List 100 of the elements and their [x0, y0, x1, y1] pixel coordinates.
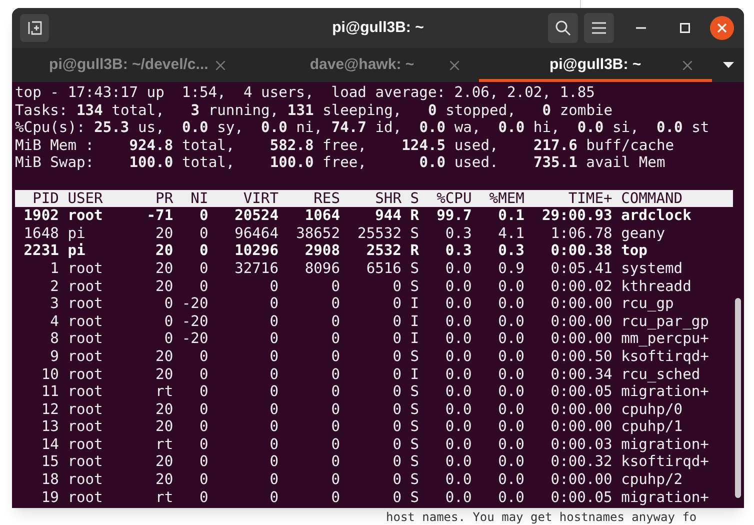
- table-cell-text: 9: [49, 348, 59, 366]
- table-cell-text: 0: [330, 400, 340, 418]
- table-cell-text: 0.9: [497, 260, 524, 278]
- close-icon[interactable]: [710, 16, 734, 40]
- table-cell-text: 12: [40, 400, 59, 418]
- table-cell-text: root: [68, 471, 104, 489]
- summary-line: %Cpu(s): 25.3 us, 0.0 sy, 0.0 ni, 74.7 id, 0.0 wa, 0.0 hi, 0.0 si, 0.0 st: [15, 119, 710, 137]
- table-cell: S: [410, 436, 420, 454]
- table-cell-text: 0: [268, 436, 279, 454]
- table-cell-text: rcu_gp: [621, 295, 675, 313]
- table-cell-text: 20: [154, 453, 174, 472]
- table-cell-text: 0: [198, 260, 208, 278]
- table-cell: ksoftirqd+: [621, 453, 709, 472]
- tab-list-dropdown-icon[interactable]: [723, 62, 734, 68]
- table-cell-text: 0: [198, 207, 208, 225]
- table-cell-text: root: [68, 312, 104, 330]
- table-cell: I: [410, 312, 420, 330]
- table-cell-text: 0:00.50: [550, 348, 612, 366]
- maximize-icon[interactable]: [680, 23, 690, 33]
- table-cell: S: [410, 471, 420, 489]
- table-cell-text: 0.0: [444, 383, 472, 401]
- table-cell-text: 0: [330, 295, 340, 313]
- table-cell: mm_percpu+: [621, 330, 709, 348]
- background-text: host names. You may get hostnames anyway fo: [386, 510, 697, 524]
- table-cell-text: 0: [268, 400, 279, 418]
- table-cell-text: root: [68, 366, 104, 384]
- table-cell-text: root: [68, 295, 104, 313]
- table-cell-text: 0: [198, 348, 208, 366]
- table-cell-text: root: [68, 453, 104, 472]
- table-cell-text: 0: [330, 471, 340, 489]
- table-cell-text: 2908: [304, 242, 340, 260]
- table-cell-text: 0:00.00: [550, 295, 612, 313]
- table-cell-text: 0: [392, 488, 402, 506]
- column-header: S: [410, 190, 420, 208]
- table-cell-text: 2532: [365, 242, 402, 260]
- menu-button[interactable]: [584, 13, 614, 43]
- table-cell-text: 0: [198, 436, 208, 454]
- table-cell-text: root: [68, 278, 104, 296]
- table-cell-text: 0: [268, 383, 279, 401]
- table-cell-text: root: [68, 260, 104, 278]
- table-cell-text: 0: [268, 330, 279, 348]
- minimize-icon[interactable]: [636, 27, 646, 29]
- column-header: VIRT: [242, 190, 279, 208]
- table-cell: S: [410, 278, 420, 296]
- table-cell-text: root: [68, 348, 104, 366]
- table-cell-text: systemd: [621, 260, 684, 278]
- table-cell-text: cpuhp/0: [621, 400, 684, 418]
- table-cell-text: 0: [330, 312, 340, 330]
- table-cell: S: [410, 400, 420, 418]
- tab[interactable]: dave@hawk: ~: [245, 48, 479, 82]
- table-cell-text: 10: [40, 366, 59, 384]
- table-cell-text: 4: [49, 312, 59, 330]
- table-cell-text: 0: [198, 278, 208, 296]
- table-cell-text: 25532: [356, 224, 402, 242]
- close-tab-icon[interactable]: [216, 61, 226, 70]
- table-cell-text: 0:00.00: [550, 400, 612, 418]
- tab[interactable]: pi@gull3B: ~: [478, 48, 712, 82]
- table-cell-text: 0:00.00: [550, 330, 612, 348]
- table-cell-text: 2231: [22, 242, 59, 260]
- table-cell-text: 0: [392, 295, 402, 313]
- table-cell-text: 0.0: [444, 260, 472, 278]
- table-cell-text: ardclock: [621, 207, 692, 225]
- column-header: NI: [190, 190, 208, 208]
- table-cell-text: 0: [392, 366, 402, 384]
- table-cell-text: 18: [40, 471, 59, 489]
- scrollbar-thumb[interactable]: [735, 298, 741, 498]
- table-cell-text: 0: [198, 453, 208, 472]
- table-cell-text: 13: [40, 418, 59, 436]
- window-title: pi@gull3B: ~: [332, 18, 424, 38]
- table-cell-text: root: [68, 400, 104, 418]
- close-tab-icon[interactable]: [682, 61, 692, 70]
- table-cell-text: 0: [198, 242, 208, 260]
- table-cell-text: kthreadd: [621, 278, 692, 296]
- tab[interactable]: pi@gull3B: ~/devel/c...: [12, 48, 246, 82]
- table-cell-text: 0: [198, 224, 208, 242]
- close-tab-icon[interactable]: [450, 61, 459, 70]
- table-cell-text: 0.0: [497, 436, 524, 454]
- table-cell-text: 0.0: [497, 295, 524, 313]
- table-cell-text: root: [68, 330, 104, 348]
- table-cell-text: 0: [268, 453, 279, 472]
- table-cell-text: 0: [163, 312, 174, 330]
- table-cell-text: 8: [49, 330, 59, 348]
- table-cell-text: 0: [392, 471, 402, 489]
- table-cell-text: 0.0: [497, 348, 524, 366]
- table-cell-text: 0:00.34: [550, 366, 612, 384]
- table-cell-text: 0.0: [497, 488, 524, 506]
- table-cell-text: pi: [68, 242, 86, 260]
- table-cell-text: 0: [330, 348, 340, 366]
- table-cell: I: [410, 295, 420, 313]
- column-header: USER: [68, 190, 104, 208]
- table-cell-text: cpuhp/1: [621, 418, 684, 436]
- table-cell-text: rt: [154, 383, 174, 401]
- table-cell-text: 0.0: [497, 471, 524, 489]
- table-cell-text: 20: [154, 242, 174, 260]
- table-cell-text: 0:00.32: [550, 453, 612, 472]
- search-button[interactable]: [548, 13, 578, 43]
- column-header: %MEM: [488, 190, 524, 208]
- table-cell-text: 0: [198, 400, 208, 418]
- table-cell-text: 20: [154, 400, 174, 418]
- new-tab-button[interactable]: [20, 14, 49, 42]
